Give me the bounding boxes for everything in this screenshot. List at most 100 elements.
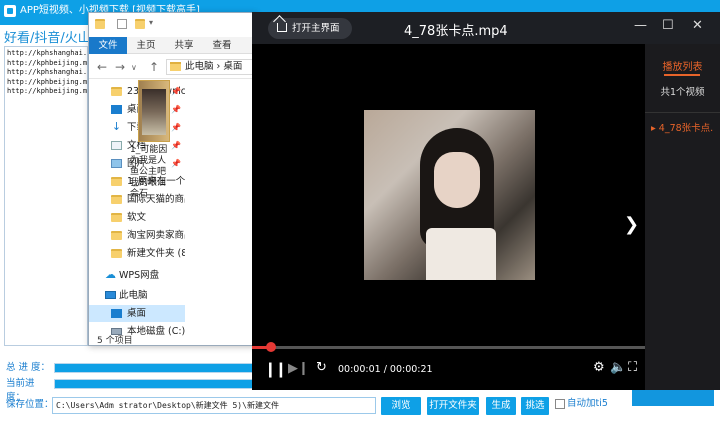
open-home-label: 打开主界面	[292, 23, 340, 34]
auto-add-label: 自动加ti5	[567, 398, 608, 409]
download-icon: ↓	[111, 120, 122, 133]
video-title: 4_78张卡点.mp4	[404, 24, 508, 39]
file-explorer-window: ▾ 文件主页共享查看 ← → ∨ ↑ 此电脑 › 桌面 2345Downlc📌桌…	[88, 12, 256, 346]
desktop-icon	[111, 309, 122, 318]
ribbon-tab[interactable]: 查看	[203, 37, 241, 54]
seek-handle[interactable]	[266, 342, 276, 352]
ribbon-tab[interactable]: 文件	[89, 37, 127, 54]
total-time: 00:00:21	[389, 364, 433, 375]
ribbon-tab[interactable]: 共享	[165, 37, 203, 54]
home-icon	[277, 23, 287, 32]
pause-icon[interactable]: ❙❙	[264, 360, 287, 378]
settings-icon[interactable]: ⚙	[593, 360, 605, 375]
sidebar-item-label: 软文	[127, 212, 147, 223]
current-progress-row: 当前进度：	[6, 377, 266, 403]
url-line: http://kphshanghai.	[7, 68, 88, 76]
sidebar-item[interactable]: 此电脑	[89, 287, 185, 304]
seek-bar[interactable]	[252, 346, 645, 349]
maximize-icon[interactable]: ☐	[662, 18, 674, 33]
video-frame	[364, 110, 535, 280]
document-icon	[111, 141, 122, 150]
sidebar-item-label: 淘宝网卖家商品	[127, 230, 185, 241]
ribbon-tab[interactable]: 主页	[127, 37, 165, 54]
explorer-nav-bar: ← → ∨ ↑ 此电脑 › 桌面	[89, 55, 255, 79]
auto-add-checkbox[interactable]	[555, 399, 565, 409]
sidebar-item[interactable]: 淘宝网卖家商品	[89, 227, 185, 244]
url-line: http://kphbeijing.m	[7, 87, 88, 95]
player-controls: ❙❙ ▶❙ ↻ 00:00:01 / 00:00:21 ⚙ 🔈 ⛶	[252, 352, 645, 390]
video-file-name[interactable]: 1_可能因为我是人鱼公主吧我的眼泪会石	[130, 145, 168, 200]
forward-icon[interactable]: →	[115, 60, 125, 74]
folder-icon	[111, 231, 122, 240]
folder-icon	[111, 213, 122, 222]
item-count: 5 个项目	[97, 336, 133, 346]
cloud-icon: ☁	[105, 268, 116, 281]
browse-button[interactable]: 浏览	[381, 397, 421, 415]
video-subject-face	[434, 152, 480, 208]
playlist-tab-underline	[664, 74, 700, 76]
open-home-button[interactable]: 打开主界面	[268, 18, 352, 39]
pin-icon: 📌	[171, 87, 181, 96]
computer-icon	[105, 291, 116, 299]
open-folder-button[interactable]: 打开文件夹	[427, 397, 479, 415]
pin-icon: 📌	[171, 123, 181, 132]
fullscreen-icon[interactable]: ⛶	[628, 360, 637, 375]
sidebar-item[interactable]: 桌面 📌	[89, 101, 185, 118]
pin-icon: 📌	[171, 159, 181, 168]
pin-icon: 📌	[171, 141, 181, 150]
folder-icon	[95, 19, 105, 29]
explorer-sidebar: 2345Downlc📌桌面📌↓下载📌文档📌图片📌1_原来在一个国际天猫的商品软文…	[89, 81, 185, 337]
desktop-icon	[111, 105, 122, 114]
sidebar-item[interactable]: ☁ WPS网盘	[89, 267, 185, 284]
folder-icon	[170, 62, 181, 71]
sidebar-item[interactable]: ↓ 下载 📌	[89, 119, 185, 136]
video-file-thumbnail[interactable]	[138, 80, 170, 142]
save-location-label: 保存位置：	[6, 399, 54, 410]
video-subject-collar	[426, 228, 496, 280]
total-progress-label: 总 进 度：	[6, 362, 51, 373]
sidebar-item[interactable]: 2345Downlc📌	[89, 83, 185, 100]
video-area[interactable]: ❯	[252, 44, 645, 346]
generate-button[interactable]: 生成	[486, 397, 516, 415]
playlist-count: 共1个视频	[660, 87, 705, 98]
select-button[interactable]: 挑选	[521, 397, 549, 415]
loop-icon[interactable]: ↻	[316, 360, 327, 375]
next-video-icon[interactable]: ❯	[624, 214, 639, 235]
address-bar[interactable]: 此电脑 › 桌面	[166, 59, 255, 75]
sidebar-item-label: 桌面	[127, 308, 147, 319]
time-readout: 00:00:01 / 00:00:21	[338, 364, 433, 375]
address-text: 此电脑 › 桌面	[185, 61, 243, 72]
sidebar-item[interactable]: 新建文件夹 (8)	[89, 245, 185, 262]
history-dropdown-icon[interactable]: ∨	[131, 63, 137, 72]
properties-icon[interactable]	[117, 19, 127, 29]
volume-icon[interactable]: 🔈	[610, 360, 626, 375]
url-textarea[interactable]: http://kphshanghai. http://kphbeijing.m ht…	[4, 46, 88, 346]
folder-icon	[111, 249, 122, 258]
playlist-tab[interactable]: 播放列表	[645, 58, 720, 73]
save-path-input[interactable]: C:\Users\Adm strator\Desktop\新建文件 5)\新建文…	[52, 397, 376, 414]
up-icon[interactable]: ↑	[149, 60, 159, 74]
dropdown-icon[interactable]: ▾	[149, 18, 159, 28]
sidebar-item[interactable]: 桌面	[89, 305, 185, 322]
close-icon[interactable]: ✕	[692, 18, 703, 33]
thumbnail-image	[142, 89, 166, 135]
new-folder-icon[interactable]	[135, 19, 145, 29]
total-progress-fill	[55, 364, 253, 372]
minimize-icon[interactable]: —	[634, 18, 647, 33]
sidebar-item[interactable]: 软文	[89, 209, 185, 226]
playlist-item[interactable]: ▸ 4_78张卡点.	[651, 120, 720, 134]
pin-icon: 📌	[171, 105, 181, 114]
folder-icon	[111, 87, 122, 96]
folder-icon	[111, 177, 122, 186]
url-line: http://kphbeijing.m	[7, 58, 88, 67]
sidebar-item-label: WPS网盘	[119, 270, 160, 281]
url-line: http://kphshanghai.	[7, 49, 88, 57]
next-track-icon[interactable]: ▶❙	[288, 361, 309, 376]
playlist-divider	[645, 112, 720, 113]
total-progress-bar	[54, 363, 254, 373]
picture-icon	[111, 159, 122, 168]
app-logo-icon	[4, 5, 16, 17]
back-icon[interactable]: ←	[97, 60, 107, 74]
url-line: http://kphbeijing.m	[7, 77, 88, 86]
player-header: 打开主界面 4_78张卡点.mp4 — ☐ ✕	[252, 12, 720, 44]
